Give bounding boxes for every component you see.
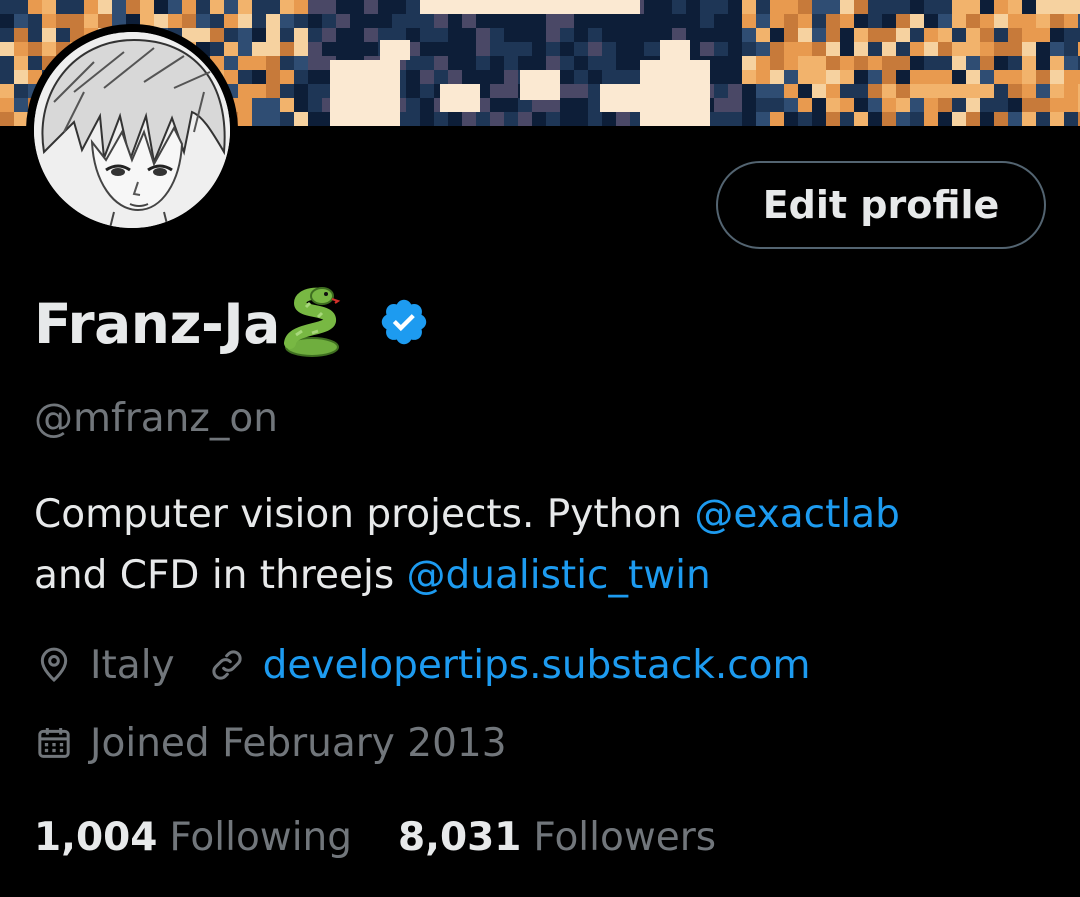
- profile-meta-row: Italy developertips.substack.com: [34, 635, 811, 695]
- following-count: 1,004: [34, 814, 158, 860]
- display-name: Franz-Ja: [34, 292, 280, 356]
- following-link[interactable]: 1,004 Following: [34, 815, 352, 860]
- user-handle: @mfranz_on: [34, 396, 278, 441]
- bio-text: and CFD in threejs: [34, 553, 407, 598]
- avatar-illustration: [34, 32, 230, 228]
- location-text: Italy: [90, 642, 175, 688]
- following-label: Following: [169, 814, 353, 860]
- verified-badge-icon[interactable]: [378, 296, 430, 352]
- bio: Computer vision projects. Python @exactl…: [34, 484, 1064, 606]
- avatar-container[interactable]: [26, 24, 238, 236]
- mention-link-exactlab[interactable]: @exactlab: [694, 492, 900, 537]
- joined-date: Joined February 2013: [90, 720, 507, 766]
- name-row: Franz-Ja: [34, 286, 430, 362]
- joined-row: Joined February 2013: [34, 713, 507, 773]
- followers-link[interactable]: 8,031 Followers: [398, 815, 716, 860]
- snake-emoji-icon: [282, 287, 342, 361]
- follow-stats: 1,004 Following 8,031 Followers: [34, 806, 716, 868]
- website-link[interactable]: developertips.substack.com: [263, 643, 811, 688]
- bio-text: Computer vision projects. Python: [34, 492, 695, 537]
- avatar[interactable]: [34, 32, 230, 228]
- followers-count: 8,031: [398, 814, 522, 860]
- calendar-icon: [34, 723, 74, 763]
- mention-link-dualistic-twin[interactable]: @dualistic_twin: [407, 553, 711, 598]
- link-icon: [207, 645, 247, 685]
- edit-profile-button[interactable]: Edit profile: [716, 161, 1046, 249]
- map-pin-icon: [34, 645, 74, 685]
- followers-label: Followers: [533, 814, 717, 860]
